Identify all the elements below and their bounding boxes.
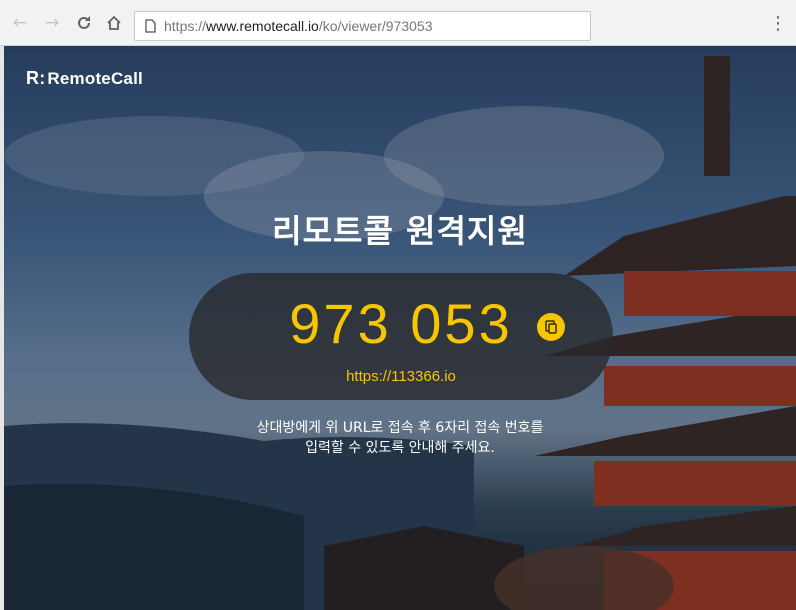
url-text: https://www.remotecall.io/ko/viewer/9730… [164, 18, 433, 34]
logo-mark: R: [26, 68, 46, 88]
browser-menu-button[interactable]: ⋮ [768, 11, 788, 35]
logo-text: RemoteCall [47, 68, 143, 88]
copy-icon [545, 320, 557, 334]
instruction-line-1: 상대방에게 위 URL로 접속 후 6자리 접속 번호를 [256, 420, 544, 436]
home-button[interactable] [102, 11, 126, 35]
reload-button[interactable] [72, 11, 96, 35]
connect-url[interactable]: https://113366.io [189, 368, 613, 385]
back-button[interactable]: ← [8, 11, 32, 35]
instruction-text: 상대방에게 위 URL로 접속 후 6자리 접속 번호를 입력할 수 있도록 안… [4, 418, 796, 458]
page-icon [145, 19, 156, 33]
instruction-line-2: 입력할 수 있도록 안내해 주세요. [305, 440, 495, 456]
address-bar[interactable]: https://www.remotecall.io/ko/viewer/9730… [134, 11, 591, 41]
url-prefix: https:// [164, 18, 207, 34]
home-icon [107, 15, 121, 30]
reload-icon [78, 16, 90, 29]
access-code-panel: 973 053 https://113366.io [189, 273, 613, 400]
browser-toolbar: ← → https://www.remotecall.io/ko/viewer/… [0, 0, 796, 46]
arrow-left-icon: ← [12, 13, 28, 33]
url-path: /ko/viewer/973053 [318, 18, 433, 34]
remotecall-logo[interactable]: R: RemoteCall [26, 68, 143, 89]
forward-button[interactable]: → [40, 11, 64, 35]
more-vertical-icon: ⋮ [769, 12, 787, 34]
copy-code-button[interactable] [537, 313, 565, 341]
arrow-right-icon: → [44, 13, 60, 33]
url-host: www.remotecall.io [206, 18, 319, 34]
page-viewport: R: RemoteCall 리모트콜 원격지원 973 053 https://… [4, 46, 796, 610]
page-title: 리모트콜 원격지원 [272, 212, 528, 250]
